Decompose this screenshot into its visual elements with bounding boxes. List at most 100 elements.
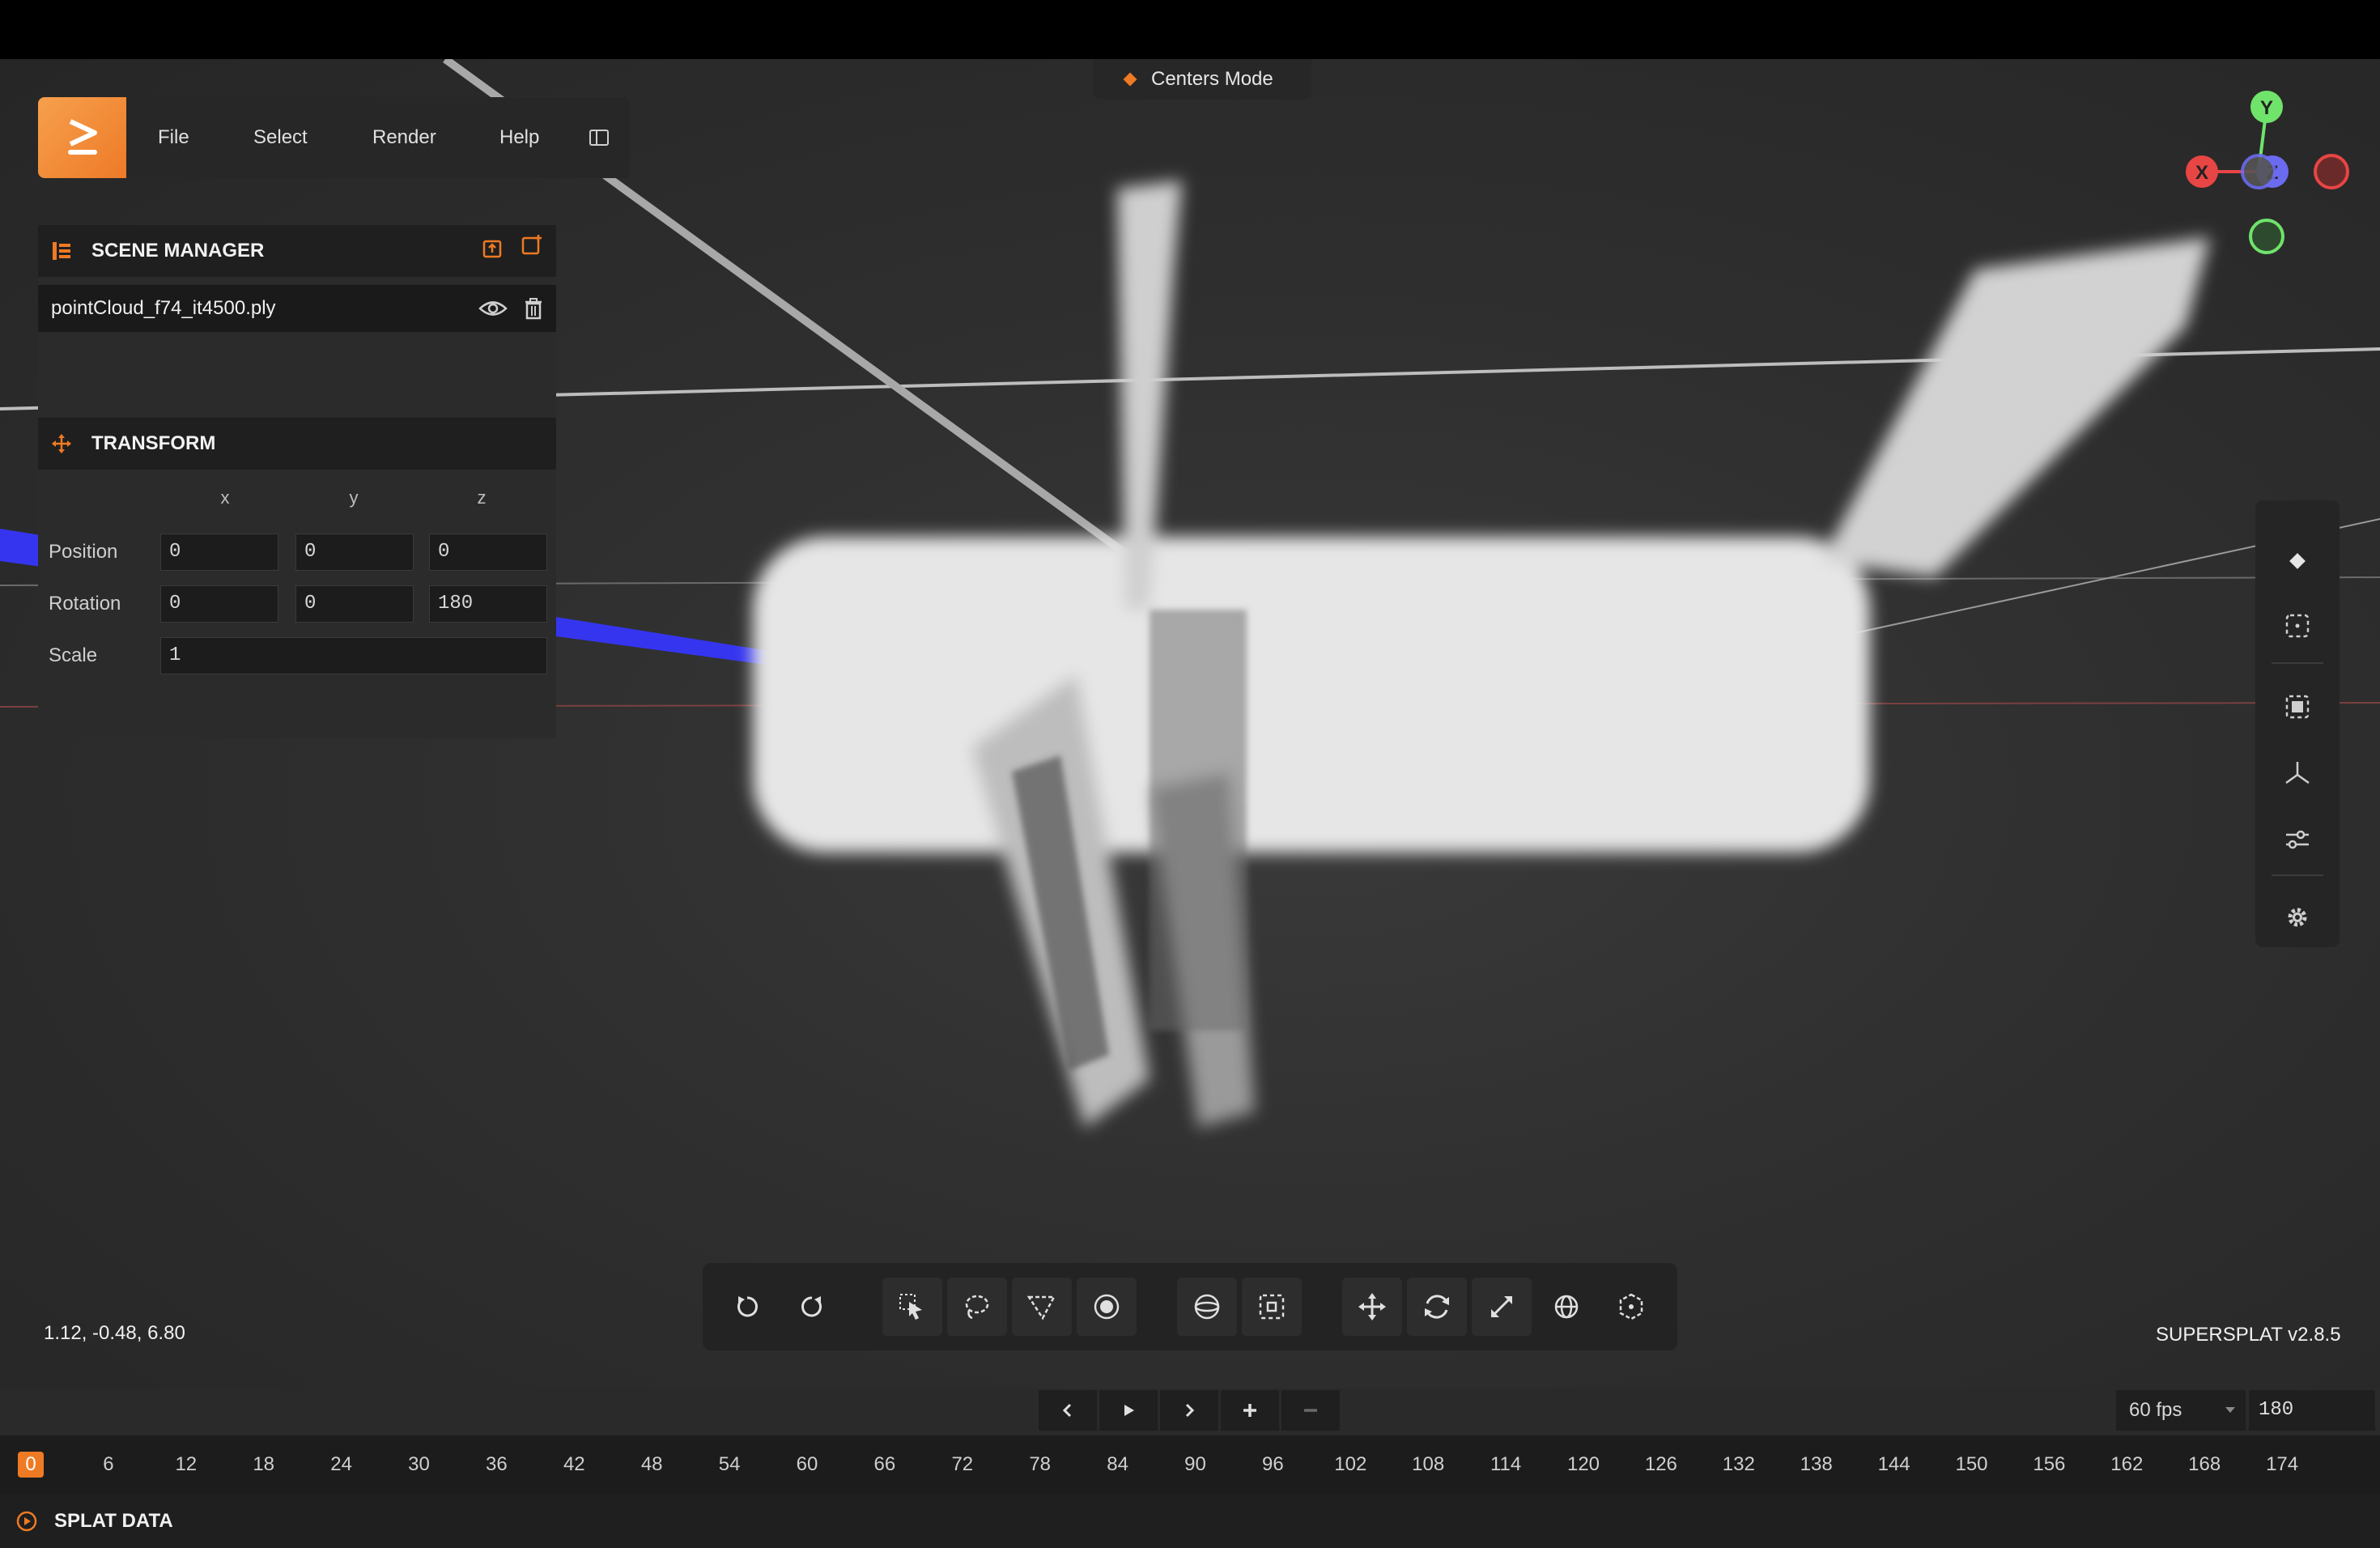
rings-mode-button[interactable] [2277,606,2318,646]
timeline-tick[interactable]: 66 [861,1452,909,1478]
undo-button[interactable] [717,1278,777,1336]
timeline-tick[interactable]: 6 [84,1452,133,1478]
chevron-right-icon [1185,1403,1195,1418]
brush-select-button[interactable] [1077,1278,1137,1336]
axis-x-label: x [220,487,230,508]
timeline-tick[interactable]: 30 [395,1452,444,1478]
timeline-tick[interactable]: 102 [1326,1452,1375,1478]
timeline-tick[interactable]: 90 [1171,1452,1220,1478]
timeline-tick[interactable]: 18 [240,1452,288,1478]
frame-count-input[interactable]: 180 [2249,1390,2375,1431]
timeline-tick[interactable]: 60 [783,1452,831,1478]
menu-file[interactable]: File [158,97,189,178]
timeline-tick[interactable]: 48 [627,1452,676,1478]
polygon-select-button[interactable] [1012,1278,1072,1336]
timeline-tick[interactable]: 114 [1481,1452,1530,1478]
view-settings-button[interactable] [2277,819,2318,860]
timeline-tick[interactable]: 12 [162,1452,210,1478]
timeline-tick[interactable]: 156 [2025,1452,2073,1478]
import-icon[interactable] [482,236,504,259]
timeline-tick[interactable]: 138 [1792,1452,1841,1478]
sphere-select-button[interactable] [1177,1278,1237,1336]
menu-render[interactable]: Render [372,97,436,178]
timeline-tick[interactable]: 120 [1559,1452,1608,1478]
timeline-tick[interactable]: 144 [1870,1452,1919,1478]
redo-button[interactable] [782,1278,842,1336]
move-arrows-icon [1358,1293,1386,1320]
centers-mode-icon [1123,72,1137,87]
translate-button[interactable] [1342,1278,1402,1336]
coordinate-space-button[interactable] [1536,1278,1596,1336]
position-z-input[interactable]: 0 [429,534,547,571]
visibility-eye-icon[interactable] [478,298,508,319]
scene-manager-title: SCENE MANAGER [91,240,265,262]
camera-axes-button[interactable] [2277,753,2318,793]
new-scene-icon[interactable] [521,233,543,256]
gear-icon [2288,908,2307,927]
timeline-tick[interactable]: 84 [1094,1452,1142,1478]
selection-mode-indicator[interactable]: Centers Mode [1093,59,1311,100]
prev-keyframe-button[interactable] [1039,1390,1097,1431]
axis-z-label: z [477,487,487,508]
settings-button[interactable] [2277,897,2318,938]
next-keyframe-button[interactable] [1160,1390,1218,1431]
centers-mode-button[interactable] [2277,541,2318,581]
fps-select[interactable]: 60 fps [2116,1390,2246,1431]
timeline-tick[interactable]: 162 [2102,1452,2151,1478]
timeline-tick[interactable]: 126 [1637,1452,1685,1478]
timeline-tick[interactable]: 78 [1016,1452,1065,1478]
position-x-input[interactable]: 0 [160,534,278,571]
position-y-input[interactable]: 0 [295,534,414,571]
timeline-tick[interactable]: 96 [1248,1452,1297,1478]
current-frame-marker[interactable]: 0 [18,1452,44,1478]
timeline-tick[interactable]: 36 [472,1452,521,1478]
minus-icon [1304,1409,1317,1412]
transform-title: TRANSFORM [91,432,216,454]
timeline-tick[interactable]: 132 [1715,1452,1763,1478]
toolbar-separator [2272,662,2323,664]
remove-keyframe-button[interactable] [1281,1390,1340,1431]
delete-trash-icon[interactable] [524,297,543,320]
box-select-button[interactable] [1242,1278,1302,1336]
camera-coordinates: 1.12, -0.48, 6.80 [44,1322,185,1344]
timeline-tick[interactable]: 24 [317,1452,366,1478]
play-button[interactable] [1099,1390,1158,1431]
diamond-icon [2289,553,2306,569]
rotation-x-input[interactable]: 0 [160,585,278,623]
show-bound-button[interactable] [2277,687,2318,727]
axes-icon [2285,762,2310,785]
timeline-tick[interactable]: 72 [938,1452,987,1478]
gizmo-neg-y[interactable] [2249,219,2284,254]
timeline-tick[interactable]: 168 [2180,1452,2229,1478]
scale-button[interactable] [1472,1278,1532,1336]
pivot-button[interactable] [1601,1278,1661,1336]
picker-select-button[interactable] [882,1278,942,1336]
scale-input[interactable]: 1 [160,637,547,674]
brush-icon [1094,1294,1120,1320]
chevron-down-icon [2225,1407,2235,1413]
rotation-y-input[interactable]: 0 [295,585,414,623]
splat-data-panel-header[interactable]: SPLAT DATA [0,1494,2380,1548]
timeline-tick[interactable]: 108 [1404,1452,1452,1478]
timeline-tick[interactable]: 42 [550,1452,598,1478]
orientation-gizmo[interactable]: X Y Z [2178,85,2364,263]
expand-play-icon [16,1511,37,1532]
timeline-tick[interactable]: 174 [2258,1452,2306,1478]
add-keyframe-button[interactable] [1221,1390,1279,1431]
logo-icon [67,119,97,155]
timeline-tick[interactable]: 54 [705,1452,754,1478]
lasso-select-button[interactable] [947,1278,1007,1336]
menu-help[interactable]: Help [499,97,539,178]
polygon-select-icon [1026,1295,1056,1320]
supersplat-logo [38,97,126,178]
panel-toggle-icon[interactable] [589,127,610,148]
menu-select[interactable]: Select [253,97,308,178]
scene-file-item[interactable]: pointCloud_f74_it4500.ply [38,285,556,332]
rotate-button[interactable] [1407,1278,1467,1336]
timeline-tick[interactable]: 150 [1948,1452,1996,1478]
rotation-z-input[interactable]: 180 [429,585,547,623]
gizmo-neg-x[interactable] [2314,154,2349,189]
position-label: Position [49,541,118,563]
axis-y-label: y [349,487,359,508]
timeline-ruler[interactable]: 0 6 12 18 24 30 36 42 48 54 60 66 72 78 84 90 96 102 108 11… [0,1435,2380,1494]
